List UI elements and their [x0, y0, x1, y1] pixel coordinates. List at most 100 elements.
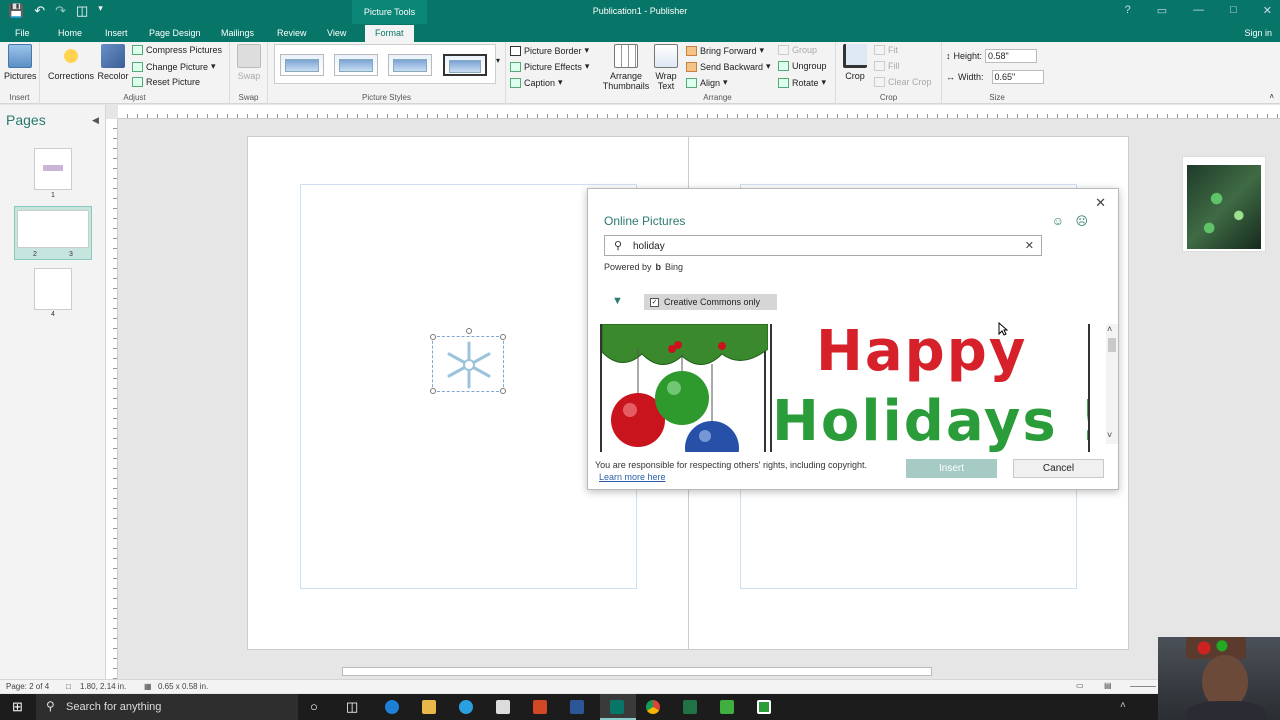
page-indicator[interactable]: Page: 2 of 4	[6, 682, 49, 691]
picture-style-4[interactable]	[443, 54, 487, 76]
insert-button[interactable]: Insert	[906, 459, 997, 478]
webcam-overlay	[1158, 637, 1280, 720]
edge-icon[interactable]	[385, 700, 399, 714]
creative-commons-filter[interactable]: ✓ Creative Commons only	[644, 294, 777, 310]
christmas-lights-image	[1187, 165, 1261, 249]
selected-snowflake-picture[interactable]	[430, 328, 506, 394]
crop-button[interactable]: Crop	[842, 44, 868, 81]
horizontal-scrollbar[interactable]	[342, 667, 932, 676]
windows-start-icon[interactable]: ⊞	[12, 699, 23, 715]
page-thumbnail-2-3-selected[interactable]: 2 3	[14, 206, 92, 260]
search-input[interactable]: holiday	[633, 241, 665, 252]
two-page-view-icon[interactable]: ▤	[1104, 681, 1112, 690]
scroll-down-icon[interactable]: ˅	[1107, 430, 1112, 440]
tab-page-design[interactable]: Page Design	[149, 28, 201, 38]
redo-icon[interactable]: ↷	[55, 3, 66, 19]
scroll-up-icon[interactable]: ˄	[1107, 324, 1112, 334]
resize-handle[interactable]	[430, 388, 436, 394]
scratch-area-lights-picture[interactable]	[1182, 156, 1266, 252]
customize-qat-icon[interactable]: ▾	[98, 3, 103, 19]
page-thumbnail-4[interactable]	[34, 268, 72, 310]
recolor-button[interactable]: Recolor	[96, 44, 130, 81]
tab-format[interactable]: Format	[365, 25, 414, 42]
save-icon[interactable]: 💾	[8, 3, 24, 19]
system-tray-chevron-icon[interactable]: ˄	[1120, 700, 1126, 711]
resize-handle[interactable]	[500, 388, 506, 394]
zoom-slider[interactable]	[1130, 686, 1156, 687]
picture-style-2[interactable]	[334, 54, 378, 76]
picture-border-button[interactable]: Picture Border ▾	[510, 45, 589, 56]
publisher-taskbar-button[interactable]	[600, 694, 636, 720]
rotate-handle[interactable]	[466, 328, 472, 334]
caption-button[interactable]: Caption ▾	[510, 77, 563, 88]
result-happy-holidays-image[interactable]: Happy Holidays !	[770, 324, 1090, 452]
reset-picture-button[interactable]: Reset Picture	[132, 77, 200, 87]
print-preview-icon[interactable]: ◫	[76, 3, 88, 19]
store-icon[interactable]	[496, 700, 510, 714]
picture-style-1[interactable]	[280, 54, 324, 76]
tab-review[interactable]: Review	[277, 28, 307, 38]
app-icon[interactable]	[757, 700, 771, 714]
fit-icon	[874, 45, 885, 55]
close-icon[interactable]: ✕	[1095, 195, 1106, 211]
maximize-icon[interactable]: □	[1230, 4, 1237, 17]
close-window-icon[interactable]: ✕	[1263, 4, 1272, 17]
single-page-view-icon[interactable]: ▭	[1076, 681, 1084, 690]
scroll-thumb[interactable]	[1108, 338, 1116, 352]
collapse-ribbon-icon[interactable]: ˄	[1269, 92, 1274, 101]
page-thumbnail-1[interactable]	[34, 148, 72, 190]
powerpoint-icon[interactable]	[533, 700, 547, 714]
tab-insert[interactable]: Insert	[105, 28, 128, 38]
height-input[interactable]: 0.58"	[985, 49, 1038, 63]
results-scrollbar[interactable]: ˄ ˅	[1106, 324, 1118, 444]
collapse-pages-icon[interactable]: ◀	[92, 115, 99, 126]
fill-button[interactable]: Fill	[874, 61, 900, 71]
clear-search-icon[interactable]: ✕	[1025, 239, 1034, 252]
browser-icon[interactable]	[459, 700, 473, 714]
cancel-button[interactable]: Cancel	[1013, 459, 1104, 478]
camtasia-icon[interactable]	[720, 700, 734, 714]
minimize-icon[interactable]: —	[1193, 4, 1204, 17]
picture-style-3[interactable]	[388, 54, 432, 76]
result-ornaments-image[interactable]	[600, 324, 769, 452]
arrange-thumbnails-button[interactable]: Arrange Thumbnails	[602, 44, 650, 91]
taskbar-search[interactable]: ⚲ Search for anything	[36, 694, 298, 720]
picture-effects-button[interactable]: Picture Effects ▾	[510, 61, 589, 72]
resize-handle[interactable]	[500, 334, 506, 340]
word-icon[interactable]	[570, 700, 584, 714]
width-input[interactable]: 0.65"	[991, 70, 1044, 84]
tab-mailings[interactable]: Mailings	[221, 28, 254, 38]
swap-button[interactable]: Swap	[236, 44, 262, 81]
frown-feedback-icon[interactable]: ☹	[1075, 214, 1088, 228]
align-button[interactable]: Align ▾	[686, 77, 728, 88]
wrap-text-button[interactable]: Wrap Text	[652, 44, 680, 91]
task-view-icon[interactable]: ◫	[346, 699, 358, 715]
ungroup-button[interactable]: Ungroup	[778, 61, 827, 71]
tab-file[interactable]: File	[15, 28, 30, 38]
resize-handle[interactable]	[430, 334, 436, 340]
change-picture-button[interactable]: Change Picture ▾	[132, 61, 216, 72]
cortana-icon[interactable]: ○	[310, 699, 318, 714]
file-explorer-icon[interactable]	[422, 700, 436, 714]
compress-pictures-button[interactable]: Compress Pictures	[132, 45, 222, 55]
sign-in-link[interactable]: Sign in	[1244, 28, 1272, 38]
help-icon[interactable]: ?	[1125, 4, 1131, 17]
pictures-button[interactable]: Pictures	[4, 44, 37, 81]
excel-icon[interactable]	[683, 700, 697, 714]
ribbon-display-icon[interactable]: ▭	[1157, 4, 1167, 17]
send-backward-button[interactable]: Send Backward ▾	[686, 61, 771, 72]
clear-crop-button[interactable]: Clear Crop	[874, 77, 932, 87]
fit-button[interactable]: Fit	[874, 45, 898, 55]
filter-icon[interactable]: ▼	[612, 295, 623, 307]
tab-view[interactable]: View	[327, 28, 346, 38]
undo-icon[interactable]: ↶	[34, 3, 45, 19]
smile-feedback-icon[interactable]: ☺	[1052, 214, 1064, 228]
tab-home[interactable]: Home	[58, 28, 82, 38]
rotate-button[interactable]: Rotate ▾	[778, 77, 826, 88]
chrome-icon[interactable]	[646, 700, 660, 714]
learn-more-link[interactable]: Learn more here	[599, 472, 666, 482]
corrections-button[interactable]: Corrections	[46, 44, 96, 81]
bring-forward-button[interactable]: Bring Forward ▾	[686, 45, 764, 56]
group-button[interactable]: Group	[778, 45, 817, 55]
gallery-more-icon[interactable]: ▾	[496, 56, 500, 65]
